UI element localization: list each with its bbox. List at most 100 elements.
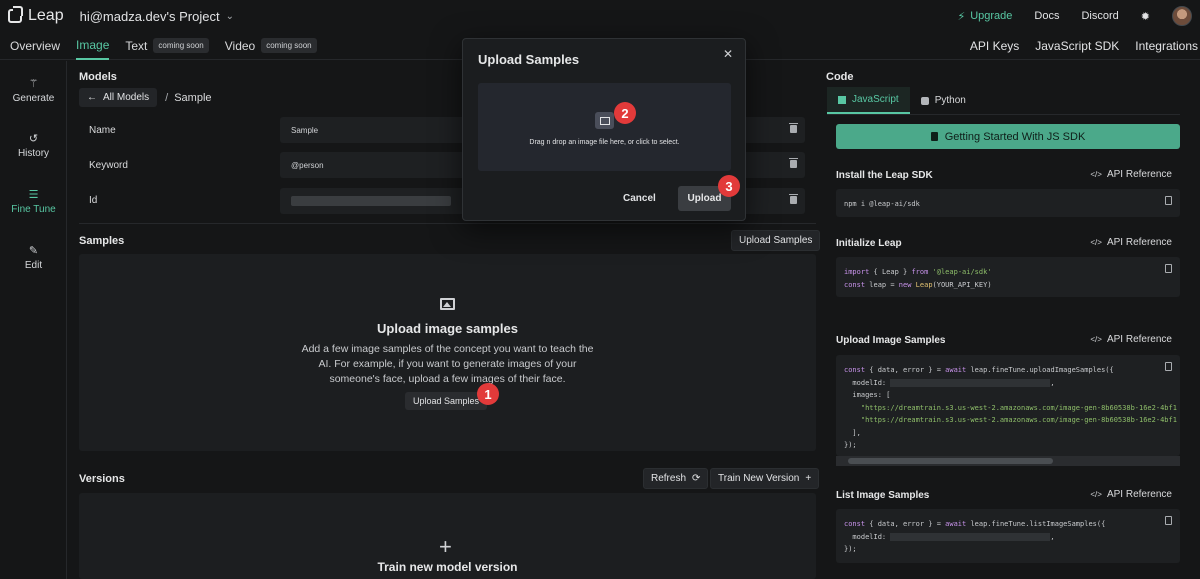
left-sidebar: ⚚ Generate ↺ History ☰ Fine Tune ✎ Edit [0, 61, 67, 579]
image-dropzone[interactable]: Drag n drop an image file here, or click… [478, 83, 731, 171]
tab-javascript-label: JavaScript [852, 94, 899, 105]
project-selector[interactable]: hi@madza.dev's Project ⌄ [80, 9, 234, 24]
api-reference-link[interactable]: </> API Reference [1090, 169, 1172, 180]
install-code-block[interactable]: npm i @leap-ai/sdk [836, 189, 1180, 217]
trash-icon[interactable] [789, 123, 798, 133]
history-icon: ↺ [28, 133, 39, 145]
nav-edit-label: Edit [24, 260, 43, 271]
wand-icon: ⚚ [28, 78, 39, 90]
cancel-button[interactable]: Cancel [623, 193, 656, 204]
breadcrumb-separator: / [165, 91, 169, 104]
js-sdk-link[interactable]: JavaScript SDK [1035, 39, 1119, 53]
sun-icon[interactable]: ✹ [1141, 10, 1150, 23]
trash-icon[interactable] [789, 158, 798, 168]
init-code-block[interactable]: import { Leap } from '@leap-ai/sdk' cons… [836, 257, 1180, 297]
train-new-model-title[interactable]: Train new model version [79, 560, 816, 574]
upgrade-link[interactable]: ⚡ Upgrade [957, 10, 1012, 23]
getting-started-button[interactable]: Getting Started With JS SDK [836, 124, 1180, 149]
code-icon: </> [1090, 335, 1102, 344]
plus-icon: + [805, 473, 812, 484]
integrations-link[interactable]: Integrations [1135, 39, 1198, 53]
image-icon [440, 298, 455, 310]
upload-samples-button-empty[interactable]: Upload Samples [405, 392, 488, 410]
keyword-value: @person [291, 161, 324, 170]
close-icon[interactable]: ✕ [723, 47, 733, 61]
upload-samples-title: Upload Image Samples [836, 335, 946, 346]
copy-icon[interactable] [1165, 516, 1172, 525]
copy-icon[interactable] [1165, 196, 1172, 205]
list-samples-code-block[interactable]: const { data, error } = await leap.fineT… [836, 509, 1180, 563]
nav-fine-tune-label: Fine Tune [11, 204, 56, 215]
nav-edit[interactable]: ✎ Edit [0, 244, 67, 271]
tab-image[interactable]: Image [76, 32, 110, 60]
tab-video[interactable]: Video coming soon [225, 32, 317, 60]
breadcrumb-current: Sample [174, 91, 212, 104]
chevron-down-icon: ⌄ [225, 10, 234, 22]
samples-title: Samples [79, 235, 125, 247]
samples-empty-title: Upload image samples [377, 321, 518, 336]
nav-generate-label: Generate [12, 93, 55, 104]
avatar[interactable] [1172, 6, 1192, 26]
top-bar: Leap hi@madza.dev's Project ⌄ ⚡ Upgrade … [0, 0, 1200, 32]
code-icon: </> [1090, 490, 1102, 499]
train-new-version-button[interactable]: Train New Version + [710, 468, 820, 489]
tab-overview[interactable]: Overview [10, 32, 60, 60]
bolt-icon: ⚡ [957, 10, 966, 23]
image-icon [595, 112, 614, 129]
arrow-left-icon: ← [87, 92, 97, 103]
horizontal-scrollbar[interactable] [836, 456, 1180, 466]
coming-soon-badge: coming soon [261, 38, 317, 53]
code-language-tabs: JavaScript Python [827, 87, 1180, 115]
python-icon [920, 96, 929, 105]
api-reference-label: API Reference [1106, 169, 1172, 180]
logo[interactable]: Leap [8, 6, 64, 25]
api-keys-link[interactable]: API Keys [970, 39, 1019, 53]
api-reference-label: API Reference [1106, 237, 1172, 248]
copy-icon[interactable] [1165, 362, 1172, 371]
annotation-badge-2: 2 [614, 102, 636, 124]
refresh-button[interactable]: Refresh ⟳ [643, 468, 709, 489]
id-label: Id [89, 195, 98, 206]
refresh-icon: ⟳ [692, 473, 701, 484]
api-reference-label: API Reference [1106, 489, 1172, 500]
tab-video-label: Video [224, 38, 256, 53]
refresh-label: Refresh [651, 473, 687, 484]
tab-javascript[interactable]: JavaScript [827, 87, 910, 114]
trash-icon[interactable] [789, 194, 798, 204]
train-new-version-label: Train New Version [718, 473, 800, 484]
plus-icon[interactable]: + [439, 534, 452, 560]
upload-samples-code-block[interactable]: const { data, error } = await leap.fineT… [836, 355, 1180, 456]
name-value: Sample [291, 126, 319, 135]
document-icon [930, 132, 938, 141]
samples-empty-desc: Add a few image samples of the concept y… [301, 343, 594, 385]
tab-python[interactable]: Python [910, 87, 977, 114]
tab-text-label: Text [125, 38, 148, 53]
keyword-label: Keyword [89, 160, 128, 171]
coming-soon-badge: coming soon [153, 38, 209, 53]
tab-text[interactable]: Text coming soon [125, 32, 209, 60]
all-models-button[interactable]: ← All Models [79, 88, 158, 107]
project-name: hi@madza.dev's Project [79, 8, 220, 24]
upload-samples-button[interactable]: Upload Samples [731, 230, 821, 251]
docs-link[interactable]: Docs [1034, 10, 1059, 22]
edit-icon: ✎ [28, 245, 39, 257]
divider [79, 223, 816, 224]
nav-fine-tune[interactable]: ☰ Fine Tune [0, 188, 67, 215]
discord-link[interactable]: Discord [1081, 10, 1118, 22]
scrollbar-thumb[interactable] [848, 458, 1053, 464]
nav-generate[interactable]: ⚚ Generate [0, 77, 67, 104]
name-label: Name [89, 125, 116, 136]
code-icon: </> [1090, 238, 1102, 247]
code-title: Code [826, 71, 854, 83]
api-reference-link[interactable]: </> API Reference [1090, 489, 1172, 500]
modal-title: Upload Samples [478, 52, 580, 67]
api-reference-label: API Reference [1106, 334, 1172, 345]
list-samples-title: List Image Samples [836, 490, 930, 501]
code-icon: </> [1090, 170, 1102, 179]
nav-history[interactable]: ↺ History [0, 132, 67, 159]
models-title: Models [79, 71, 117, 83]
api-reference-link[interactable]: </> API Reference [1090, 237, 1172, 248]
versions-title: Versions [79, 473, 125, 485]
copy-icon[interactable] [1165, 264, 1172, 273]
api-reference-link[interactable]: </> API Reference [1090, 334, 1172, 345]
